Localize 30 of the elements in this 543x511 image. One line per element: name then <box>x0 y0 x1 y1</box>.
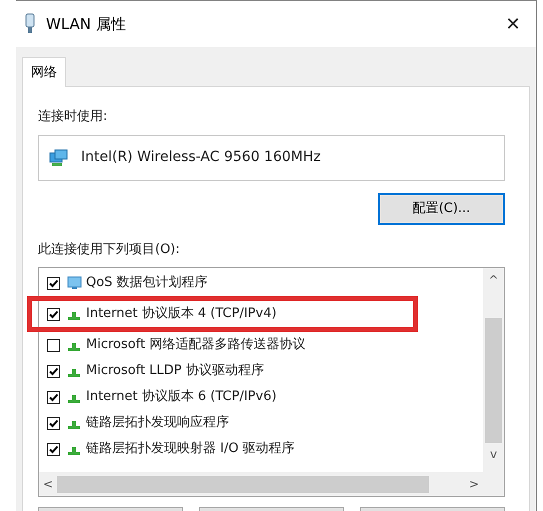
scrollbar-thumb[interactable] <box>57 476 429 492</box>
item-label[interactable]: QoS 数据包计划程序 <box>86 273 208 293</box>
checkbox[interactable] <box>47 416 60 430</box>
checkbox[interactable] <box>47 364 60 378</box>
checkbox[interactable] <box>47 442 60 456</box>
item-label[interactable]: Microsoft 网络适配器多路传送器协议 <box>86 335 306 355</box>
scroll-right-arrow[interactable]: > <box>465 475 483 493</box>
adapter-name: Intel(R) Wireless-AC 9560 160MHz <box>81 148 321 167</box>
item-label[interactable]: Internet 协议版本 4 (TCP/IPv4) <box>86 304 277 324</box>
item-label[interactable]: 链路层拓扑发现映射器 I/O 驱动程序 <box>86 439 295 459</box>
tab[interactable]: 网络 <box>22 57 66 87</box>
vertical-scrollbar[interactable]: ^ v <box>483 268 504 496</box>
window-title: WLAN 属性 <box>46 14 126 35</box>
item-label[interactable]: Microsoft LLDP 协议驱动程序 <box>86 361 264 381</box>
items-label: 此连接使用下列项目(O): <box>38 240 181 258</box>
checkbox[interactable] <box>47 276 60 290</box>
scroll-up-arrow[interactable]: ^ <box>488 268 499 288</box>
monitor-icon <box>66 276 82 290</box>
checkbox[interactable] <box>47 390 60 404</box>
horizontal-scrollbar[interactable]: < > <box>39 472 483 496</box>
configure-button[interactable]: 配置(C)... <box>378 192 505 224</box>
close-button[interactable]: ✕ <box>498 9 528 39</box>
scroll-left-arrow[interactable]: < <box>39 475 57 493</box>
checkbox[interactable] <box>47 338 60 352</box>
scrollbar-thumb[interactable] <box>485 318 502 443</box>
scroll-down-arrow[interactable]: v <box>490 445 498 463</box>
checkbox[interactable] <box>47 308 60 320</box>
connect-using-label: 连接时使用: <box>38 108 108 126</box>
item-label[interactable]: 链路层拓扑发现响应程序 <box>86 413 229 433</box>
item-label[interactable]: Internet 协议版本 6 (TCP/IPv6) <box>86 387 277 407</box>
